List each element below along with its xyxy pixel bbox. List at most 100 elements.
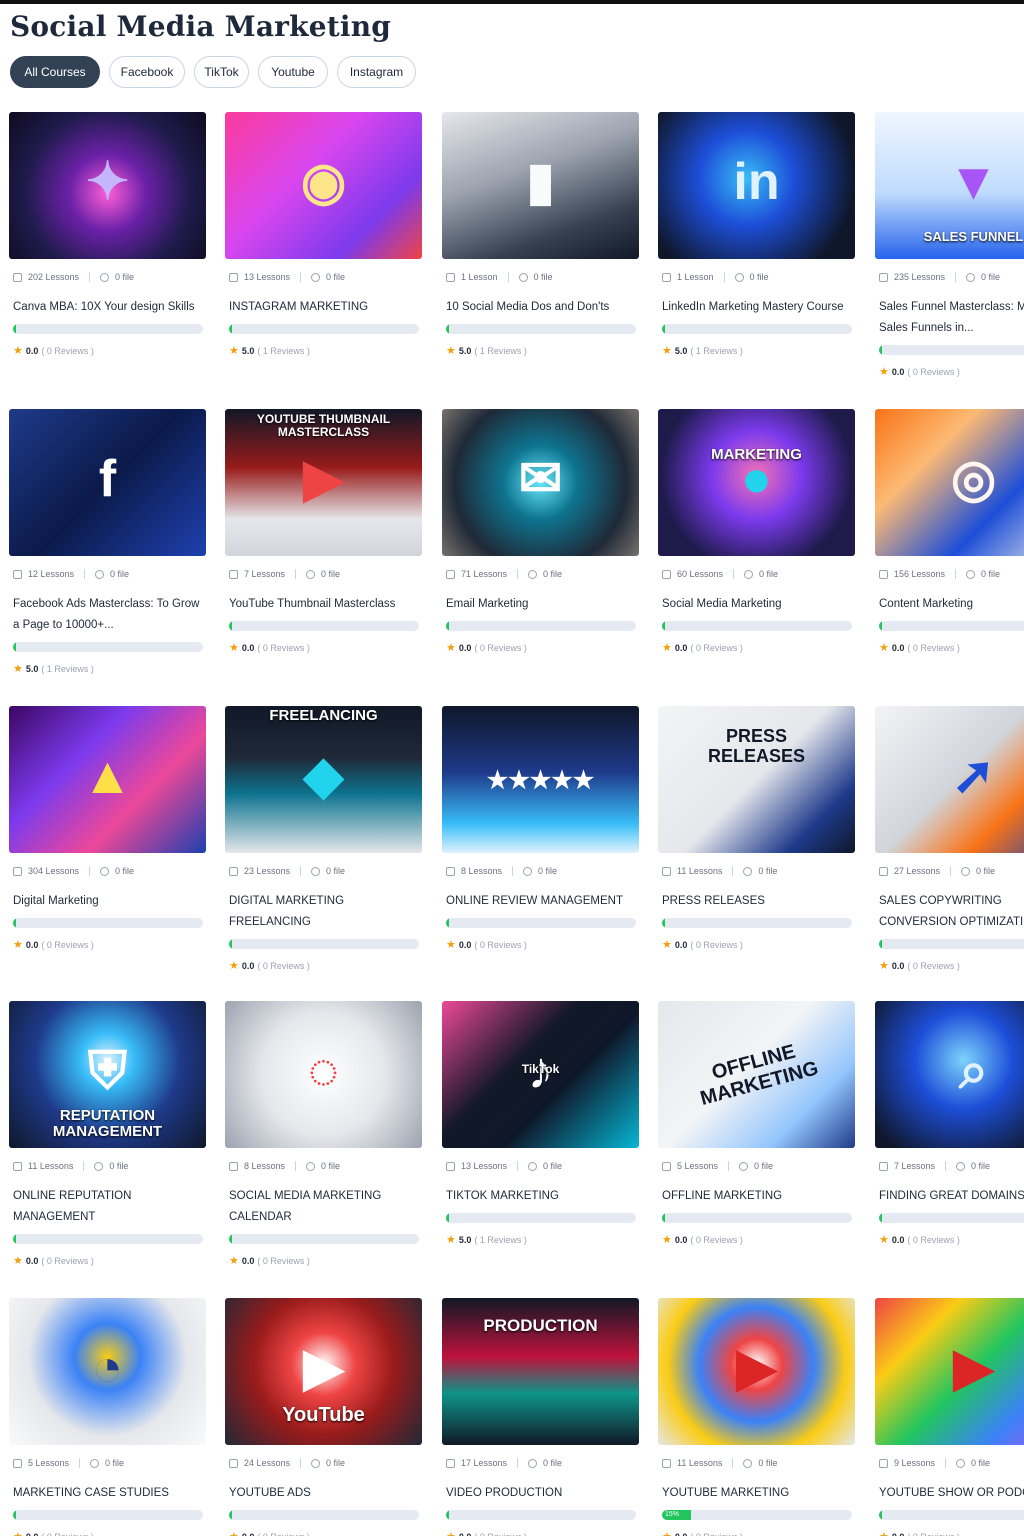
course-title[interactable]: YouTube Thumbnail Masterclass [229,594,419,615]
course-card[interactable]: ⛨ REPUTATION MANAGEMENT 11 Lessons 0 file ON… [9,1001,206,1267]
filter-chip-youtube[interactable]: Youtube [258,56,328,88]
course-thumbnail[interactable]: ▶ [658,1298,855,1445]
course-card[interactable]: PRESS RELEASES 11 Lessons 0 file PRESS RELE… [658,706,855,951]
course-card[interactable]: ◌ 8 Lessons 0 file SOCIAL MEDIA MARKETING C… [225,1001,422,1267]
course-card[interactable]: ▶ 9 Lessons 0 file YOUTUBE SHOW OR PODCAST ★… [875,1298,1024,1536]
course-card[interactable]: PRODUCTION 17 Lessons 0 file VIDEO PRODUCTI… [442,1298,639,1536]
course-thumbnail[interactable]: ◉ [225,112,422,259]
course-thumbnail[interactable]: OFFLINE MARKETING [658,1001,855,1148]
filter-chip-facebook[interactable]: Facebook [109,56,185,88]
course-title[interactable]: 10 Social Media Dos and Don'ts [446,297,636,318]
course-title[interactable]: ONLINE REPUTATION MANAGEMENT [13,1186,203,1228]
rating-score: 0.0 [241,1255,255,1266]
course-card[interactable]: ▶ YOUTUBE THUMBNAIL MASTERCLASS 7 Lessons 0… [225,409,422,654]
course-card[interactable]: ♪ TikTok 13 Lessons 0 file TIKTOK MARKETING ★… [442,1001,639,1246]
course-thumbnail[interactable]: ● MARKETING [658,409,855,556]
star-icon: ★ [662,1234,672,1246]
course-thumbnail[interactable]: f [9,409,206,556]
star-icon: ★ [446,1530,456,1536]
course-card[interactable]: ▶ YouTube 24 Lessons 0 file YOUTUBE ADS ★0.0(… [225,1298,422,1536]
course-title[interactable]: LinkedIn Marketing Mastery Course [662,297,852,318]
course-title[interactable]: DIGITAL MARKETING FREELANCING [229,891,419,933]
filter-chip-all-courses[interactable]: All Courses [10,56,100,88]
course-title[interactable]: INSTAGRAM MARKETING [229,297,419,318]
course-title[interactable]: Social Media Marketing [662,594,852,615]
course-title[interactable]: SOCIAL MEDIA MARKETING CALENDAR [229,1186,419,1228]
files-count: 0 file [971,1161,991,1171]
course-thumbnail[interactable]: ✉ [442,409,639,556]
course-card[interactable]: ◔ 5 Lessons 0 file MARKETING CASE STUDIES ★0… [9,1298,206,1536]
course-card[interactable]: ▮ 1 Lesson 0 file 10 Social Media Dos and D… [442,112,639,357]
course-thumbnail[interactable]: ★★★★★ [442,706,639,853]
meta-divider [79,1458,81,1468]
star-icon: ★ [446,1234,456,1246]
files-count: 0 file [109,1161,129,1171]
course-title[interactable]: YOUTUBE MARKETING [662,1483,852,1504]
course-thumbnail[interactable]: ➚ [875,706,1024,853]
course-title[interactable]: Canva MBA: 10X Your design Skills [13,297,203,318]
course-thumbnail[interactable]: ◆ FREELANCING [225,706,422,853]
course-thumbnail[interactable]: ▶ YOUTUBE THUMBNAIL MASTERCLASS [225,409,422,556]
rating-score: 0.0 [674,642,688,653]
course-title[interactable]: Digital Marketing [13,891,203,912]
course-thumbnail[interactable]: ▶ [875,1298,1024,1445]
course-card[interactable]: ✦ 202 Lessons 0 file Canva MBA: 10X Your de… [9,112,206,357]
course-title[interactable]: ONLINE REVIEW MANAGEMENT [446,891,636,912]
review-count: ( 0 Reviews ) [474,1532,527,1536]
progress-bar [879,1213,1024,1223]
course-thumbnail[interactable]: ✦ [9,112,206,259]
course-card[interactable]: ⌕ 7 Lessons 0 file FINDING GREAT DOMAINS ★ 0.… [875,1001,1024,1246]
course-title[interactable]: YOUTUBE SHOW OR PODCAST [879,1483,1024,1504]
filter-chip-tiktok[interactable]: TikTok [194,56,249,88]
course-thumbnail[interactable]: ▼ SALES FUNNEL [875,112,1024,259]
course-card[interactable]: f 12 Lessons 0 file Facebook Ads Masterclas… [9,409,206,675]
course-thumbnail[interactable]: PRESS RELEASES [658,706,855,853]
course-card[interactable]: ◆ FREELANCING 23 Lessons 0 file DIGITAL MARK… [225,706,422,972]
course-thumbnail[interactable]: ▲ [9,706,206,853]
course-title[interactable]: VIDEO PRODUCTION [446,1483,636,1504]
course-card[interactable]: ➚ 27 Lessons 0 file SALES COPYWRITING CONVE… [875,706,1024,972]
course-card[interactable]: ▲ 304 Lessons 0 file Digital Marketing ★ 0.0(… [9,706,206,951]
course-card[interactable]: ★★★★★ 8 Lessons 0 file ONLINE REVIEW MANAGE… [442,706,639,951]
progress-bar [13,1234,203,1244]
course-title[interactable]: MARKETING CASE STUDIES [13,1483,203,1504]
course-title[interactable]: Content Marketing [879,594,1024,615]
course-thumbnail[interactable]: ♪ TikTok [442,1001,639,1148]
course-meta: 9 Lessons 0 file [879,1457,1024,1469]
course-title[interactable]: Email Marketing [446,594,636,615]
course-card[interactable]: ● MARKETING 60 Lessons 0 file Social Media M… [658,409,855,654]
course-title[interactable]: Sales Funnel Masterclass: Master Sales F… [879,297,1024,339]
course-title[interactable]: YOUTUBE ADS [229,1483,419,1504]
review-count: ( 0 Reviews ) [41,345,94,356]
course-card[interactable]: ◎ 156 Lessons 0 file Content Marketing ★ 0.0(… [875,409,1024,654]
course-card[interactable]: ▼ SALES FUNNEL 235 Lessons 0 file Sales Funn… [875,112,1024,378]
course-card[interactable]: in 1 Lesson 0 file LinkedIn Marketing Maste… [658,112,855,357]
filter-chip-instagram[interactable]: Instagram [337,56,416,88]
course-thumbnail[interactable]: ◔ [9,1298,206,1445]
course-thumbnail[interactable]: ⌕ [875,1001,1024,1148]
progress-fill [13,324,16,334]
course-thumbnail[interactable]: ◌ [225,1001,422,1148]
course-title[interactable]: OFFLINE MARKETING [662,1186,852,1207]
file-icon [743,866,753,876]
course-thumbnail[interactable]: ▮ [442,112,639,259]
course-thumbnail[interactable]: ▶ YouTube [225,1298,422,1445]
thumbnail-icon: ⌕ [958,1042,989,1100]
course-thumbnail[interactable]: in [658,112,855,259]
file-icon [739,1161,749,1171]
course-card[interactable]: ▶ 11 Lessons 0 file YOUTUBE MARKETING 15% ★0.… [658,1298,855,1536]
course-title[interactable]: FINDING GREAT DOMAINS [879,1186,1024,1207]
course-title[interactable]: TIKTOK MARKETING [446,1186,636,1207]
course-title[interactable]: Facebook Ads Masterclass: To Grow a Page… [13,594,203,636]
course-meta: 11 Lessons 0 file [662,1457,855,1469]
course-card[interactable]: ◉ 13 Lessons 0 file INSTAGRAM MARKETING ★ 5.0… [225,112,422,357]
course-thumbnail[interactable]: ⛨ REPUTATION MANAGEMENT [9,1001,206,1148]
course-thumbnail[interactable]: ◎ [875,409,1024,556]
course-title[interactable]: SALES COPYWRITING CONVERSION OPTIMIZATI.… [879,891,1024,933]
course-card[interactable]: ✉ 71 Lessons 0 file Email Marketing ★ 0.0( 0 … [442,409,639,654]
course-meta: 23 Lessons 0 file [229,865,422,877]
course-thumbnail[interactable]: PRODUCTION [442,1298,639,1445]
course-card[interactable]: OFFLINE MARKETING 5 Lessons 0 file OFFLINE … [658,1001,855,1246]
course-rating: ★0.0( 0 Reviews ) [13,1254,206,1267]
course-title[interactable]: PRESS RELEASES [662,891,852,912]
